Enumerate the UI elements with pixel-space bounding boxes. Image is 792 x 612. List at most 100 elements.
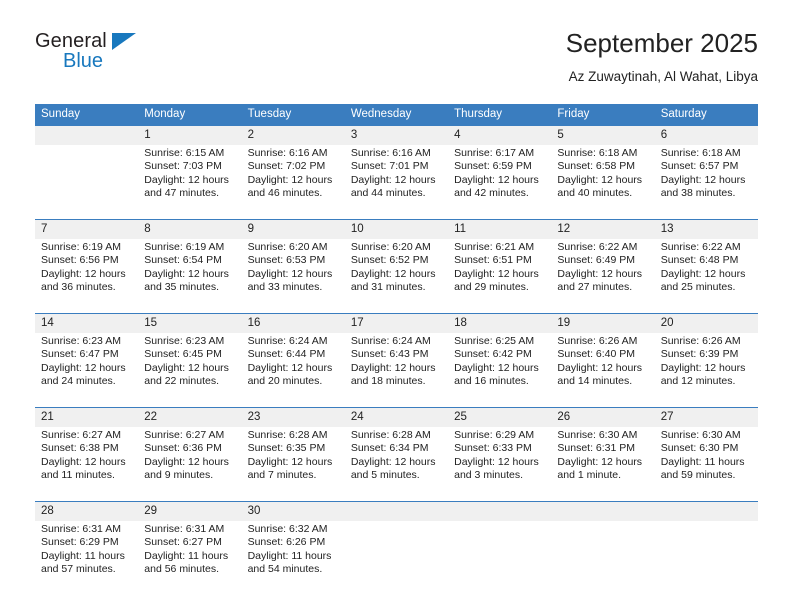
day-number[interactable]: 20 bbox=[654, 313, 758, 333]
daylight-text-line1: Daylight: 12 hours bbox=[247, 173, 333, 186]
daylight-text-line2: and 57 minutes. bbox=[41, 563, 116, 576]
daylight-text-line1: Daylight: 12 hours bbox=[660, 361, 746, 374]
day-number[interactable]: 16 bbox=[241, 313, 345, 333]
day-number[interactable]: 17 bbox=[344, 313, 449, 333]
day-number[interactable]: 13 bbox=[654, 219, 758, 239]
daylight-text-line2: and 3 minutes. bbox=[454, 469, 524, 482]
sunrise-text: Sunrise: 6:18 AM bbox=[557, 147, 638, 159]
logo-triangle-icon bbox=[112, 33, 136, 50]
sunrise-text: Sunrise: 6:21 AM bbox=[454, 241, 535, 253]
page-title: September 2025 bbox=[565, 28, 758, 58]
sunset-text: Sunset: 6:59 PM bbox=[454, 160, 532, 173]
day-cell-details: Sunrise: 6:16 AM Sunset: 7:01 PM Daylight:… bbox=[344, 145, 449, 220]
day-number[interactable]: 6 bbox=[654, 126, 758, 145]
day-cell-details: Sunrise: 6:21 AM Sunset: 6:51 PM Daylight:… bbox=[448, 239, 552, 314]
daylight-text-line2: and 38 minutes. bbox=[660, 187, 736, 200]
sunset-text: Sunset: 6:29 PM bbox=[41, 536, 119, 549]
sunrise-text: Sunrise: 6:20 AM bbox=[247, 241, 328, 253]
day-number[interactable]: 29 bbox=[138, 501, 242, 521]
day-number[interactable]: 30 bbox=[241, 501, 345, 521]
day-cell-details: Sunrise: 6:17 AM Sunset: 6:59 PM Daylight:… bbox=[448, 145, 552, 220]
daylight-text-line2: and 29 minutes. bbox=[454, 281, 529, 294]
day-number[interactable]: 7 bbox=[35, 219, 139, 239]
day-number[interactable]: 11 bbox=[448, 219, 552, 239]
day-number[interactable]: 25 bbox=[448, 407, 552, 427]
day-number[interactable]: 8 bbox=[138, 219, 242, 239]
week-daynumber-row: 7 8 9 10 11 12 13 bbox=[35, 219, 758, 239]
sunrise-text: Sunrise: 6:28 AM bbox=[247, 429, 328, 441]
sunset-text: Sunset: 6:40 PM bbox=[557, 348, 636, 361]
sunset-text: Sunset: 6:45 PM bbox=[144, 348, 222, 361]
daylight-text-line2: and 44 minutes. bbox=[350, 187, 426, 200]
daylight-text-line1: Daylight: 12 hours bbox=[660, 173, 746, 186]
sunrise-text: Sunrise: 6:22 AM bbox=[557, 241, 638, 253]
sunset-text: Sunset: 6:31 PM bbox=[557, 442, 636, 455]
day-number[interactable]: 2 bbox=[241, 126, 345, 145]
daylight-text-line2: and 47 minutes. bbox=[144, 187, 219, 200]
daylight-text-line2: and 27 minutes. bbox=[557, 281, 633, 294]
daylight-text-line1: Daylight: 12 hours bbox=[350, 361, 436, 374]
daylight-text-line1: Daylight: 12 hours bbox=[350, 173, 436, 186]
day-number[interactable]: 10 bbox=[344, 219, 449, 239]
day-number[interactable]: 19 bbox=[551, 313, 655, 333]
day-number[interactable]: 12 bbox=[551, 219, 655, 239]
daylight-text-line2: and 31 minutes. bbox=[350, 281, 426, 294]
day-number[interactable]: 4 bbox=[448, 126, 552, 145]
weekday-header-sunday: Sunday bbox=[35, 104, 139, 126]
empty-day-cell bbox=[448, 521, 552, 595]
empty-day-number bbox=[35, 126, 139, 145]
sunset-text: Sunset: 6:52 PM bbox=[350, 254, 429, 267]
day-cell-details: Sunrise: 6:30 AM Sunset: 6:30 PM Daylight:… bbox=[654, 427, 758, 502]
day-number[interactable]: 23 bbox=[241, 407, 345, 427]
daylight-text-line2: and 11 minutes. bbox=[41, 469, 115, 482]
day-cell-details: Sunrise: 6:27 AM Sunset: 6:38 PM Daylight:… bbox=[35, 427, 139, 502]
empty-day-cell bbox=[35, 145, 139, 220]
sunrise-text: Sunrise: 6:27 AM bbox=[144, 429, 225, 441]
day-number[interactable]: 22 bbox=[138, 407, 242, 427]
sunset-text: Sunset: 6:42 PM bbox=[454, 348, 532, 361]
daylight-text-line1: Daylight: 11 hours bbox=[247, 549, 332, 562]
daylight-text-line1: Daylight: 11 hours bbox=[144, 549, 229, 562]
day-number[interactable]: 28 bbox=[35, 501, 139, 521]
day-number[interactable]: 9 bbox=[241, 219, 345, 239]
day-cell-details: Sunrise: 6:18 AM Sunset: 6:57 PM Daylight:… bbox=[654, 145, 758, 220]
daylight-text-line1: Daylight: 12 hours bbox=[557, 455, 643, 468]
sunset-text: Sunset: 6:34 PM bbox=[350, 442, 429, 455]
sunset-text: Sunset: 6:35 PM bbox=[247, 442, 326, 455]
sunrise-sunset-calendar-table: Sunday Monday Tuesday Wednesday Thursday… bbox=[35, 104, 758, 595]
generalblue-logo[interactable]: General Blue bbox=[35, 30, 235, 86]
sunset-text: Sunset: 6:47 PM bbox=[41, 348, 119, 361]
day-number[interactable]: 18 bbox=[448, 313, 552, 333]
day-cell-details: Sunrise: 6:23 AM Sunset: 6:45 PM Daylight:… bbox=[138, 333, 242, 408]
daylight-text-line2: and 46 minutes. bbox=[247, 187, 323, 200]
sunrise-text: Sunrise: 6:24 AM bbox=[350, 335, 431, 347]
week-detail-row: Sunrise: 6:23 AM Sunset: 6:47 PM Daylight:… bbox=[35, 333, 758, 408]
day-number[interactable]: 15 bbox=[138, 313, 242, 333]
sunrise-text: Sunrise: 6:23 AM bbox=[144, 335, 225, 347]
day-number[interactable]: 5 bbox=[551, 126, 655, 145]
day-number[interactable]: 3 bbox=[344, 126, 449, 145]
day-cell-details: Sunrise: 6:25 AM Sunset: 6:42 PM Daylight:… bbox=[448, 333, 552, 408]
weekday-header-thursday: Thursday bbox=[448, 104, 552, 126]
daylight-text-line1: Daylight: 12 hours bbox=[41, 267, 126, 280]
weekday-header-tuesday: Tuesday bbox=[241, 104, 345, 126]
page-subtitle: Az Zuwaytinah, Al Wahat, Libya bbox=[568, 69, 758, 84]
page-header: General Blue September 2025 Az Zuwaytina… bbox=[35, 28, 758, 96]
week-daynumber-row: 14 15 16 17 18 19 20 bbox=[35, 313, 758, 333]
day-number[interactable]: 24 bbox=[344, 407, 449, 427]
day-number[interactable]: 1 bbox=[138, 126, 242, 145]
daylight-text-line1: Daylight: 12 hours bbox=[454, 455, 539, 468]
daylight-text-line1: Daylight: 12 hours bbox=[660, 267, 746, 280]
day-cell-details: Sunrise: 6:24 AM Sunset: 6:44 PM Daylight:… bbox=[241, 333, 345, 408]
sunrise-text: Sunrise: 6:27 AM bbox=[41, 429, 121, 441]
day-number[interactable]: 27 bbox=[654, 407, 758, 427]
sunrise-text: Sunrise: 6:31 AM bbox=[144, 523, 225, 535]
sunrise-text: Sunrise: 6:19 AM bbox=[144, 241, 225, 253]
day-number[interactable]: 26 bbox=[551, 407, 655, 427]
sunrise-text: Sunrise: 6:30 AM bbox=[557, 429, 638, 441]
sunrise-text: Sunrise: 6:16 AM bbox=[247, 147, 328, 159]
calendar-body: 1 2 3 4 5 6 Sunrise: 6:15 AM Sunset: 7:03 PM Day… bbox=[35, 126, 758, 595]
day-number[interactable]: 21 bbox=[35, 407, 139, 427]
empty-day-cell bbox=[344, 521, 449, 595]
day-number[interactable]: 14 bbox=[35, 313, 139, 333]
